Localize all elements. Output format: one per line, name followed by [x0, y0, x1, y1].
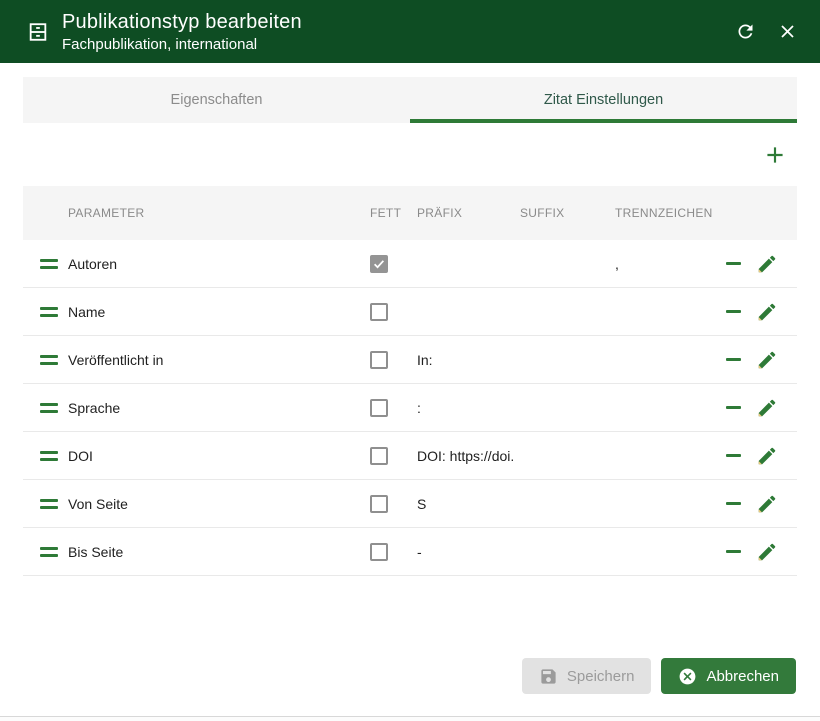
row-parameter-label: Autoren — [68, 256, 370, 272]
table-row: DOI DOI: https://doi. — [23, 432, 797, 480]
table-row: Autoren , — [23, 240, 797, 288]
minus-icon — [726, 310, 741, 313]
archive-cabinet-icon — [27, 21, 49, 43]
row-parameter-label: Bis Seite — [68, 544, 370, 560]
refresh-icon[interactable] — [734, 21, 756, 43]
drag-handle-icon[interactable] — [40, 307, 58, 317]
table-row: Sprache : — [23, 384, 797, 432]
table-header-row: PARAMETER FETT PRÄFIX SUFFIX TRENNZEICHE… — [23, 186, 797, 240]
pencil-icon — [756, 397, 778, 419]
tab-eigenschaften[interactable]: Eigenschaften — [23, 77, 410, 123]
save-icon — [539, 667, 558, 686]
dialog-footer: Speichern Abbrechen — [0, 658, 820, 694]
minus-icon — [726, 406, 741, 409]
remove-row-button[interactable] — [720, 443, 746, 469]
praefix-value: - — [417, 544, 520, 560]
table-toolbar — [23, 123, 797, 186]
praefix-value: : — [417, 400, 520, 416]
table-row: Name — [23, 288, 797, 336]
dialog-titles: Publikationstyp bearbeiten Fachpublikati… — [62, 10, 302, 54]
remove-row-button[interactable] — [720, 395, 746, 421]
table-row: Bis Seite - — [23, 528, 797, 576]
pencil-icon — [756, 541, 778, 563]
save-button[interactable]: Speichern — [522, 658, 652, 694]
pencil-icon — [756, 253, 778, 275]
remove-row-button[interactable] — [720, 299, 746, 325]
minus-icon — [726, 358, 741, 361]
edit-row-button[interactable] — [754, 443, 780, 469]
edit-publication-type-dialog: Publikationstyp bearbeiten Fachpublikati… — [0, 0, 820, 721]
fett-checkbox[interactable] — [370, 543, 388, 561]
minus-icon — [726, 550, 741, 553]
minus-icon — [726, 262, 741, 265]
cancel-button[interactable]: Abbrechen — [661, 658, 796, 694]
column-header-parameter: PARAMETER — [68, 206, 370, 220]
fett-checkbox[interactable] — [370, 351, 388, 369]
dialog-header: Publikationstyp bearbeiten Fachpublikati… — [0, 0, 820, 63]
row-parameter-label: Name — [68, 304, 370, 320]
drag-handle-icon[interactable] — [40, 403, 58, 413]
table-row: Von Seite S — [23, 480, 797, 528]
fett-checkbox[interactable] — [370, 447, 388, 465]
drag-handle-icon[interactable] — [40, 355, 58, 365]
praefix-value: DOI: https://doi. — [417, 448, 520, 464]
pencil-icon — [756, 493, 778, 515]
header-actions — [734, 21, 798, 43]
table-body: Autoren , Name — [23, 240, 797, 576]
remove-row-button[interactable] — [720, 539, 746, 565]
edit-row-button[interactable] — [754, 299, 780, 325]
row-parameter-label: Von Seite — [68, 496, 370, 512]
tab-bar: Eigenschaften Zitat Einstellungen — [23, 77, 797, 123]
drag-handle-icon[interactable] — [40, 451, 58, 461]
remove-row-button[interactable] — [720, 347, 746, 373]
trennzeichen-value: , — [615, 256, 720, 272]
column-header-trennzeichen: TRENNZEICHEN — [615, 206, 720, 220]
minus-icon — [726, 454, 741, 457]
tab-zitat-einstellungen-label: Zitat Einstellungen — [544, 92, 663, 108]
pencil-icon — [756, 349, 778, 371]
pencil-icon — [756, 301, 778, 323]
save-button-label: Speichern — [567, 668, 635, 685]
row-parameter-label: Sprache — [68, 400, 370, 416]
remove-row-button[interactable] — [720, 491, 746, 517]
fett-checkbox[interactable] — [370, 303, 388, 321]
fett-checkbox[interactable] — [370, 495, 388, 513]
dialog-title: Publikationstyp bearbeiten — [62, 10, 302, 34]
edit-row-button[interactable] — [754, 251, 780, 277]
remove-row-button[interactable] — [720, 251, 746, 277]
dialog-bottom-edge — [0, 716, 820, 721]
close-icon[interactable] — [776, 21, 798, 43]
drag-handle-icon[interactable] — [40, 547, 58, 557]
praefix-value: In: — [417, 352, 520, 368]
drag-handle-icon[interactable] — [40, 259, 58, 269]
column-header-suffix: SUFFIX — [520, 206, 615, 220]
cancel-circle-icon — [678, 667, 697, 686]
column-header-praefix: PRÄFIX — [417, 206, 520, 220]
add-parameter-button[interactable] — [761, 141, 789, 169]
edit-row-button[interactable] — [754, 347, 780, 373]
tab-zitat-einstellungen[interactable]: Zitat Einstellungen — [410, 77, 797, 123]
citation-settings-table: PARAMETER FETT PRÄFIX SUFFIX TRENNZEICHE… — [23, 186, 797, 576]
edit-row-button[interactable] — [754, 491, 780, 517]
table-row: Veröffentlicht in In: — [23, 336, 797, 384]
column-header-fett: FETT — [370, 206, 417, 220]
row-parameter-label: Veröffentlicht in — [68, 352, 370, 368]
fett-checkbox[interactable] — [370, 255, 388, 273]
row-parameter-label: DOI — [68, 448, 370, 464]
tab-eigenschaften-label: Eigenschaften — [171, 92, 263, 108]
dialog-subtitle: Fachpublikation, international — [62, 36, 302, 54]
pencil-icon — [756, 445, 778, 467]
cancel-button-label: Abbrechen — [706, 668, 779, 685]
edit-row-button[interactable] — [754, 539, 780, 565]
edit-row-button[interactable] — [754, 395, 780, 421]
drag-handle-icon[interactable] — [40, 499, 58, 509]
praefix-value: S — [417, 496, 520, 512]
minus-icon — [726, 502, 741, 505]
fett-checkbox[interactable] — [370, 399, 388, 417]
